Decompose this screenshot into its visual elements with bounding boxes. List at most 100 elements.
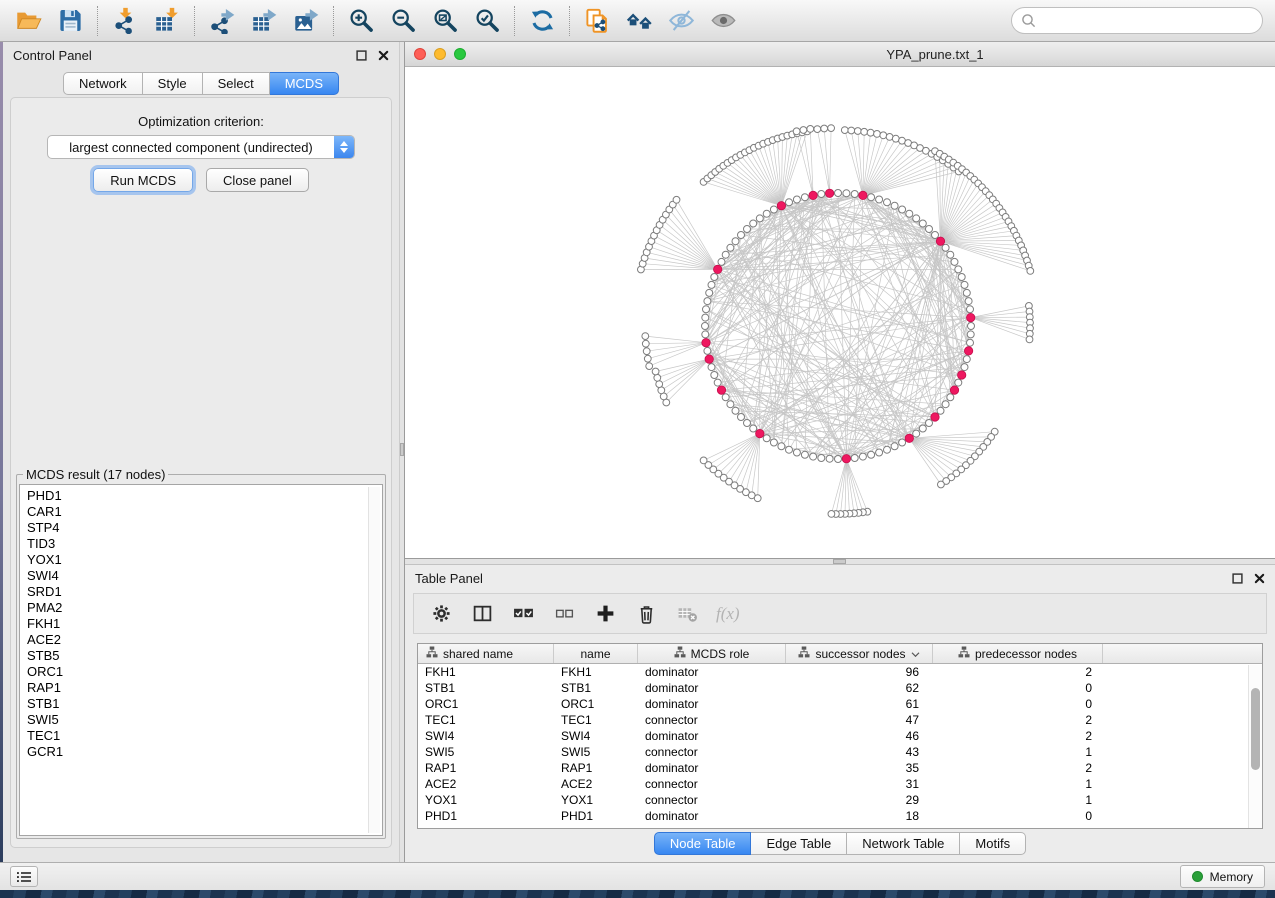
table-scrollbar[interactable]	[1248, 665, 1262, 828]
close-panel-button[interactable]: Close panel	[206, 168, 309, 192]
network-node	[967, 306, 974, 313]
network-graph[interactable]	[405, 67, 1275, 558]
zoom-out-icon[interactable]	[387, 5, 419, 37]
table-row[interactable]: FKH1FKH1dominator962	[418, 664, 1262, 680]
zoom-in-icon[interactable]	[345, 5, 377, 37]
scrollbar-thumb[interactable]	[1251, 688, 1260, 770]
network-window-titlebar[interactable]: YPA_prune.txt_1	[405, 42, 1275, 67]
tab-node-table[interactable]: Node Table	[654, 832, 752, 855]
table-row[interactable]: SWI5SWI5connector431	[418, 744, 1262, 760]
mcds-result-item[interactable]: TEC1	[27, 728, 380, 744]
tab-edge-table[interactable]: Edge Table	[751, 832, 847, 855]
maximize-window-icon[interactable]	[454, 48, 466, 60]
tab-network-table[interactable]: Network Table	[847, 832, 960, 855]
network-node	[937, 407, 944, 414]
table-row[interactable]: ORC1ORC1dominator610	[418, 696, 1262, 712]
mcds-result-item[interactable]: RAP1	[27, 680, 380, 696]
mcds-result-list[interactable]: PHD1CAR1STP4TID3YOX1SWI4SRD1PMA2FKH1ACE2…	[19, 484, 383, 836]
cell: 2	[933, 665, 1103, 679]
mcds-result-item[interactable]: PMA2	[27, 600, 380, 616]
table-row[interactable]: RAP1RAP1dominator352	[418, 760, 1262, 776]
show-columns-icon[interactable]	[470, 602, 494, 626]
delete-columns-icon[interactable]	[634, 602, 658, 626]
network-node	[786, 199, 793, 206]
unselect-all-columns-icon[interactable]	[552, 602, 576, 626]
save-session-icon[interactable]	[54, 5, 86, 37]
export-network-icon[interactable]	[206, 5, 238, 37]
show-all-icon[interactable]	[707, 5, 739, 37]
mcds-result-item[interactable]: CAR1	[27, 504, 380, 520]
export-image-icon[interactable]	[290, 5, 322, 37]
create-column-icon[interactable]	[593, 602, 617, 626]
panel-list-button[interactable]	[10, 866, 38, 887]
table-row[interactable]: PHD1PHD1dominator180	[418, 808, 1262, 824]
table-settings-icon[interactable]	[429, 602, 453, 626]
mcds-result-item[interactable]: GCR1	[27, 744, 380, 760]
network-node	[793, 196, 800, 203]
table-row[interactable]: SWI4SWI4dominator462	[418, 728, 1262, 744]
table-row[interactable]: STB1STB1dominator620	[418, 680, 1262, 696]
mcds-list-scrollbar[interactable]	[368, 487, 380, 833]
duplicate-network-icon[interactable]	[581, 5, 613, 37]
table-row[interactable]: ACE2ACE2connector311	[418, 776, 1262, 792]
cell: 1	[933, 777, 1103, 791]
tab-mcds[interactable]: MCDS	[270, 72, 339, 95]
mcds-result-item[interactable]: TID3	[27, 536, 380, 552]
horizontal-splitter[interactable]	[405, 558, 1275, 565]
zoom-selected-icon[interactable]	[471, 5, 503, 37]
splitter-grip[interactable]	[400, 443, 404, 456]
open-file-icon[interactable]	[12, 5, 44, 37]
column-header-name[interactable]: name	[554, 644, 638, 663]
minimize-window-icon[interactable]	[434, 48, 446, 60]
network-node	[967, 331, 974, 338]
network-canvas[interactable]	[405, 67, 1275, 558]
memory-button[interactable]: Memory	[1180, 865, 1265, 888]
column-header-MCDS-role[interactable]: MCDS role	[638, 644, 786, 663]
import-network-icon[interactable]	[109, 5, 141, 37]
table-toolbar: f(x)	[413, 593, 1267, 634]
mcds-result-item[interactable]: YOX1	[27, 552, 380, 568]
tab-motifs[interactable]: Motifs	[960, 832, 1026, 855]
column-header-successor-nodes[interactable]: successor nodes	[786, 644, 933, 663]
cell: connector	[638, 713, 786, 727]
mcds-result-title: MCDS result (17 nodes)	[23, 467, 168, 482]
select-all-columns-icon[interactable]	[511, 602, 535, 626]
mcds-result-item[interactable]: STB1	[27, 696, 380, 712]
search-input[interactable]	[1042, 13, 1253, 28]
table-row[interactable]: YOX1YOX1connector291	[418, 792, 1262, 808]
search-box[interactable]	[1011, 7, 1263, 34]
network-node	[884, 199, 891, 206]
optimization-criterion-select[interactable]: largest connected component (undirected)	[47, 135, 355, 159]
network-node	[770, 206, 777, 213]
mcds-result-item[interactable]: ACE2	[27, 632, 380, 648]
mcds-result-item[interactable]: FKH1	[27, 616, 380, 632]
float-panel-icon[interactable]	[356, 50, 367, 61]
splitter-grip[interactable]	[833, 559, 846, 564]
mcds-result-item[interactable]: STP4	[27, 520, 380, 536]
first-neighbors-icon[interactable]	[623, 5, 655, 37]
table-row[interactable]: TEC1TEC1connector472	[418, 712, 1262, 728]
mcds-result-item[interactable]: PHD1	[27, 488, 380, 504]
mcds-result-item[interactable]: SWI4	[27, 568, 380, 584]
tab-network[interactable]: Network	[63, 72, 143, 95]
hide-selected-icon[interactable]	[665, 5, 697, 37]
close-panel-icon[interactable]	[1254, 573, 1265, 584]
zoom-fit-icon[interactable]	[429, 5, 461, 37]
run-mcds-button[interactable]: Run MCDS	[93, 168, 193, 192]
mcds-result-item[interactable]: SWI5	[27, 712, 380, 728]
network-node	[702, 331, 709, 338]
export-table-icon[interactable]	[248, 5, 280, 37]
column-header-shared-name[interactable]: shared name	[418, 644, 554, 663]
tab-style[interactable]: Style	[143, 72, 203, 95]
column-header-predecessor-nodes[interactable]: predecessor nodes	[933, 644, 1103, 663]
close-panel-icon[interactable]	[378, 50, 389, 61]
mcds-result-item[interactable]: ORC1	[27, 664, 380, 680]
mcds-result-item[interactable]: STB5	[27, 648, 380, 664]
close-window-icon[interactable]	[414, 48, 426, 60]
tab-select[interactable]: Select	[203, 72, 270, 95]
float-panel-icon[interactable]	[1232, 573, 1243, 584]
mcds-result-item[interactable]: SRD1	[27, 584, 380, 600]
import-table-icon[interactable]	[151, 5, 183, 37]
refresh-icon[interactable]	[526, 5, 558, 37]
shared-column-icon	[958, 646, 970, 661]
